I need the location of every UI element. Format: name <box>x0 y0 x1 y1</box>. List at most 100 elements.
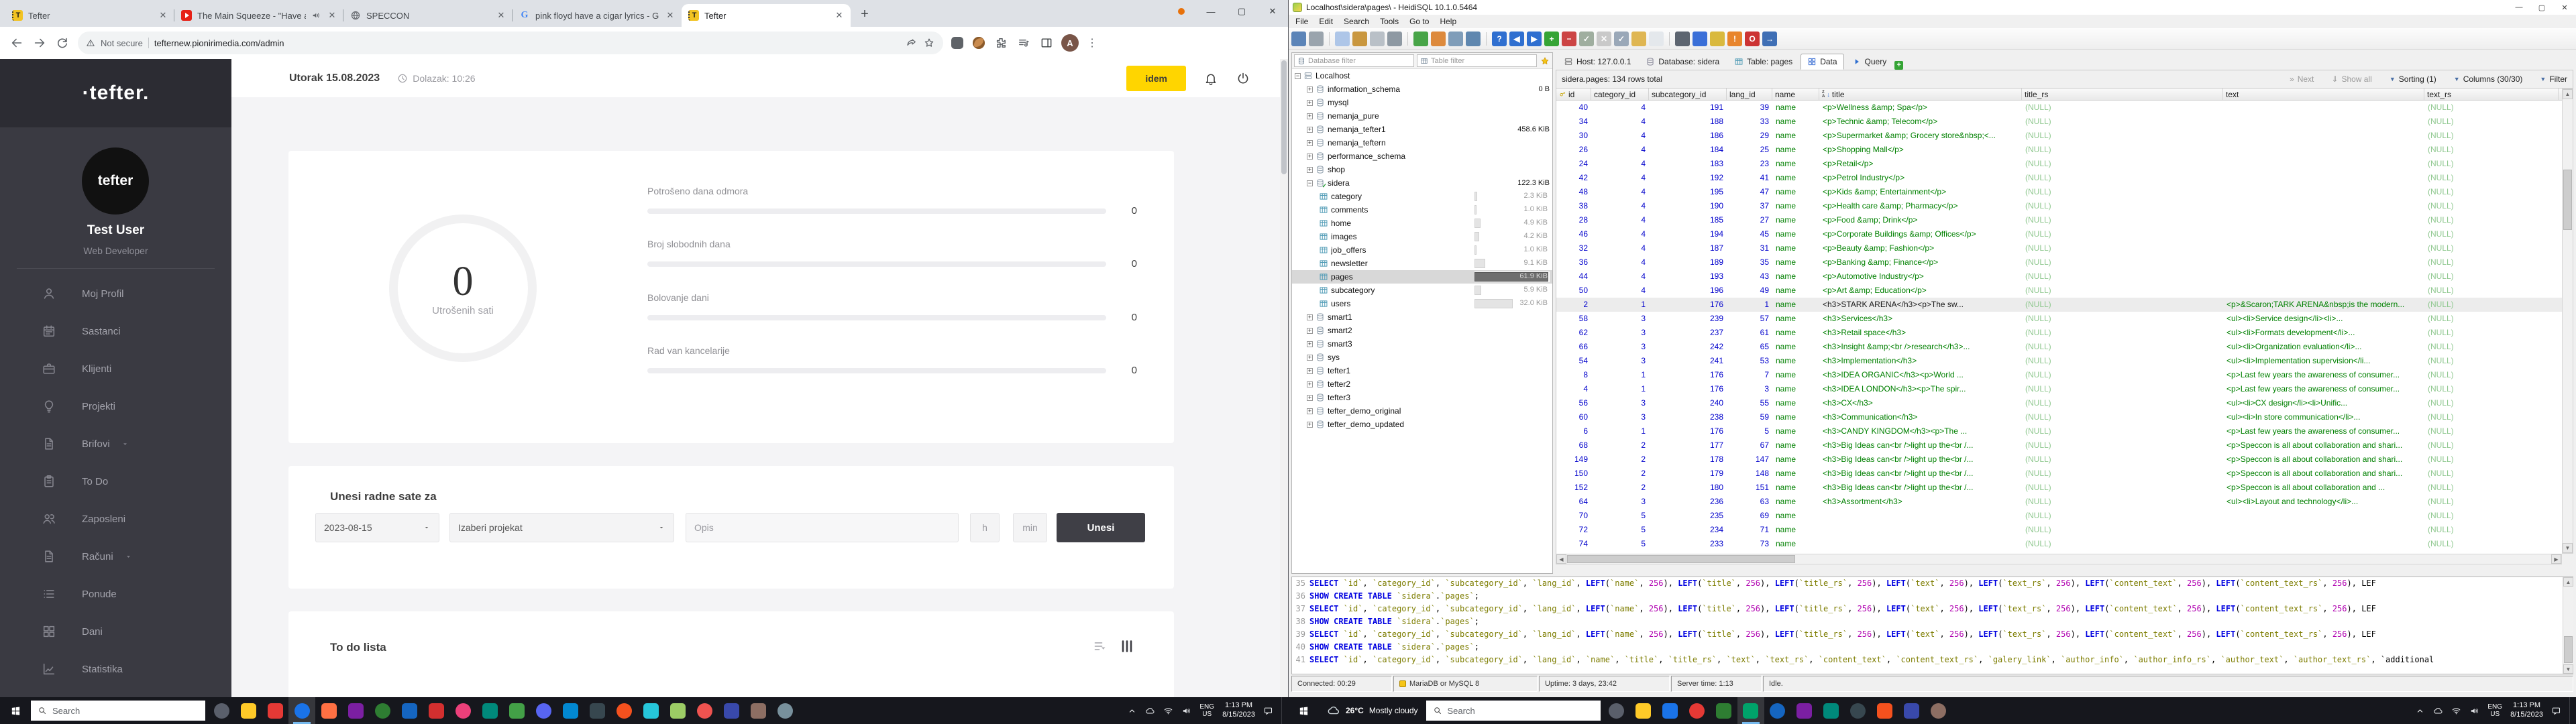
onedrive-icon[interactable] <box>2433 706 2443 716</box>
sql-log-scrollbar[interactable]: ▲ ▼ <box>2563 577 2573 674</box>
column-header-subcategory_id[interactable]: subcategory_id <box>1649 88 1727 100</box>
table-row[interactable]: 44 4 193 43 name <p>Automotive Industry</p> (N… <box>1556 269 2562 284</box>
share-icon[interactable] <box>906 37 918 49</box>
expand-icon[interactable]: + <box>1307 354 1313 361</box>
taskbar-clock[interactable]: 1:13 PM 8/15/2023 <box>2510 701 2543 720</box>
show-desktop-button[interactable] <box>2569 697 2573 724</box>
taskbar-app-icon[interactable] <box>503 697 530 724</box>
taskbar-app-icon[interactable] <box>449 697 476 724</box>
minutes-input[interactable] <box>1013 513 1047 542</box>
collapse-icon[interactable]: − <box>1307 180 1313 186</box>
tab-audio-icon[interactable] <box>311 11 321 20</box>
taskbar-app-icon[interactable] <box>476 697 503 724</box>
table-tools-icon[interactable] <box>1448 31 1463 46</box>
taskbar-app-icon[interactable] <box>1684 697 1711 724</box>
tree-row[interactable]: + nemanja_pure <box>1292 109 1552 123</box>
first-icon[interactable]: ◀ <box>1509 31 1524 46</box>
table-row[interactable]: 70 5 235 69 name (NULL) (NULL) <box>1556 509 2562 523</box>
tab-close-button[interactable]: ✕ <box>664 9 676 21</box>
side-panel-icon[interactable] <box>1040 36 1053 50</box>
sidebar-item-klijenti[interactable]: Klijenti <box>0 350 231 387</box>
connect-icon[interactable] <box>1291 31 1306 46</box>
tab-close-button[interactable]: ✕ <box>495 9 507 21</box>
expand-icon[interactable]: + <box>1307 86 1313 93</box>
table-row[interactable]: 8 1 176 7 name <h3>IDEA ORGANIC</h3><p>World … <box>1556 368 2562 382</box>
not-secure-warning-icon[interactable] <box>86 38 95 48</box>
tab-host[interactable]: Host: 127.0.0.1 <box>1557 54 1638 70</box>
idem-button[interactable]: idem <box>1126 65 1186 91</box>
expand-icon[interactable]: + <box>1307 381 1313 387</box>
taskbar-app-icon[interactable] <box>208 697 235 724</box>
hours-input[interactable] <box>970 513 1000 542</box>
table-row[interactable]: 24 4 183 23 name <p>Retail</p> (NULL) (NULL) <box>1556 157 2562 171</box>
tree-row[interactable]: + nemanja_teftern <box>1292 136 1552 149</box>
collapse-icon[interactable]: − <box>1295 72 1301 79</box>
tree-row[interactable]: + smart1 <box>1292 310 1552 324</box>
table-row[interactable]: 62 3 237 61 name <h3>Retail space</h3> (NULL) <… <box>1556 326 2562 340</box>
scroll-right-icon[interactable]: ▶ <box>2551 554 2561 564</box>
tray-expand-icon[interactable] <box>2415 706 2425 716</box>
browser-menu-icon[interactable]: ⋮ <box>1087 36 1097 50</box>
table-row[interactable]: 72 5 234 71 name (NULL) (NULL) <box>1556 523 2562 537</box>
table-row[interactable]: 6 1 176 5 name <h3>CANDY KINGDOM</h3><p>The .… <box>1556 424 2562 438</box>
tree-row[interactable]: images 4.2 KiB <box>1292 230 1552 243</box>
action-center-icon[interactable] <box>1263 706 1273 716</box>
browser-tab[interactable]: Gpink floyd have a cigar lyrics - Go ✕ <box>512 4 682 27</box>
sidebar-item-to-do[interactable]: To Do <box>0 463 231 500</box>
date-select[interactable]: 2023-08-15 <box>315 513 439 542</box>
expand-icon[interactable]: + <box>1307 99 1313 106</box>
paste-icon[interactable] <box>1352 31 1367 46</box>
table-row[interactable]: 34 4 188 33 name <p>Technic &amp; Telecom</p>… <box>1556 115 2562 129</box>
delete-row-icon[interactable]: − <box>1562 31 1576 46</box>
columns-30-30--button[interactable]: ▼ Columns (30/30) <box>2454 74 2523 84</box>
tree-row[interactable]: + nemanja_tefter1 458.6 KiB <box>1292 123 1552 136</box>
taskbar-app-icon[interactable] <box>1872 697 1898 724</box>
browser-tab[interactable]: SPECCON ✕ <box>343 4 513 27</box>
tab-data[interactable]: Data <box>1801 54 1844 70</box>
taskbar-app-icon[interactable] <box>718 697 745 724</box>
reload-icon[interactable] <box>55 36 70 50</box>
maximize-button[interactable]: ▢ <box>2530 0 2553 15</box>
tree-row[interactable]: subcategory 5.9 KiB <box>1292 284 1552 297</box>
tab-table[interactable]: Table: pages <box>1727 54 1799 70</box>
bookmark-star-icon[interactable] <box>923 37 935 49</box>
table-row[interactable]: 36 4 189 35 name <p>Banking &amp; Finance</p>… <box>1556 255 2562 269</box>
table-row[interactable]: 38 4 190 37 name <p>Health care &amp; Pharmac… <box>1556 199 2562 213</box>
maximize-button[interactable]: ▢ <box>1226 0 1257 23</box>
language-indicator[interactable]: ENG US <box>2487 703 2502 719</box>
taskbar-app-icon[interactable] <box>288 697 315 724</box>
start-button[interactable] <box>1288 697 1319 724</box>
table-row[interactable]: 58 3 239 57 name <h3>Services</h3> (NULL) <ul><… <box>1556 312 2562 326</box>
column-header-name[interactable]: name <box>1772 88 1819 100</box>
table-row[interactable]: 66 3 242 65 name <h3>Insight &amp;<br />resea… <box>1556 340 2562 354</box>
user-manager-icon[interactable] <box>1431 31 1446 46</box>
tree-row[interactable]: − ✓ sidera 122.3 KiB <box>1292 176 1552 190</box>
tab-close-button[interactable]: ✕ <box>833 9 845 21</box>
table-row[interactable]: 28 4 185 27 name <p>Food &amp; Drink</p> (NULL… <box>1556 213 2562 227</box>
tree-row[interactable]: comments 1.0 KiB <box>1292 203 1552 217</box>
menu-go-to[interactable]: Go to <box>1404 15 1434 27</box>
taskbar-app-icon[interactable] <box>1764 697 1791 724</box>
taskbar-app-icon[interactable] <box>1711 697 1737 724</box>
menu-help[interactable]: Help <box>1434 15 1462 27</box>
scrollbar-thumb[interactable] <box>2564 636 2573 663</box>
find-icon[interactable] <box>1675 31 1690 46</box>
onedrive-icon[interactable] <box>1145 706 1155 716</box>
expand-icon[interactable]: + <box>1307 421 1313 428</box>
project-select[interactable]: Izaberi projekat <box>449 513 674 542</box>
scrollbar-thumb[interactable] <box>1567 555 1795 563</box>
table-row[interactable]: 68 2 177 67 name <h3>Big Ideas can<br />light… <box>1556 438 2562 452</box>
tree-row[interactable]: newsletter 9.1 KiB <box>1292 257 1552 270</box>
close-button[interactable]: ✕ <box>2553 0 2576 15</box>
tray-expand-icon[interactable] <box>1127 706 1137 716</box>
list-view-icon[interactable] <box>1092 638 1108 654</box>
column-header-lang_id[interactable]: lang_id <box>1727 88 1772 100</box>
grid-vertical-scrollbar[interactable]: ▲ ▼ <box>2562 88 2573 554</box>
exit-icon[interactable]: → <box>1762 31 1777 46</box>
new-query-tab-icon[interactable]: + <box>1894 61 1904 70</box>
language-indicator[interactable]: ENG US <box>1199 703 1214 719</box>
tree-row[interactable]: + performance_schema <box>1292 149 1552 163</box>
expand-icon[interactable]: + <box>1307 327 1313 334</box>
new-tab-button[interactable]: + <box>855 4 875 24</box>
tree-row[interactable]: + tefter3 <box>1292 391 1552 404</box>
